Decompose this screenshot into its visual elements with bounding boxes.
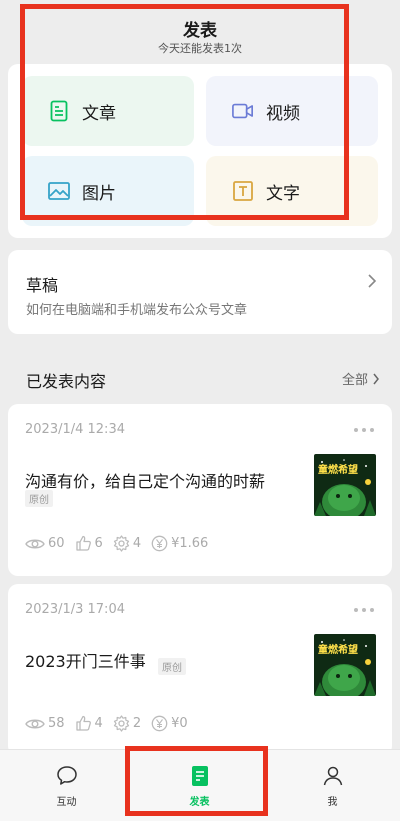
person-icon (321, 764, 345, 788)
draft-subtitle: 如何在电脑端和手机端发布公众号文章 (26, 303, 248, 318)
video-icon (232, 100, 254, 122)
text-icon (232, 180, 254, 202)
gear-icon (113, 535, 129, 552)
chevron-right-icon (366, 272, 378, 290)
yuan-circle-icon (151, 715, 168, 732)
eye-icon (25, 539, 45, 548)
thumbs-up-icon (75, 535, 91, 551)
tab-me-label: 我 (327, 797, 338, 808)
more-options-icon[interactable] (354, 608, 374, 612)
post-time: 2023/1/4 12:34 (25, 422, 125, 437)
publish-image-label: 图片 (82, 183, 116, 204)
publish-video-button[interactable]: 视频 (206, 76, 378, 146)
post-time: 2023/1/3 17:04 (25, 602, 125, 617)
post-title: 沟通有价，给自己定个沟通的时薪 (25, 472, 266, 491)
tab-publish-label: 发表 (189, 797, 210, 808)
publish-article-button[interactable]: 文章 (22, 76, 194, 146)
svg-text:童燃希望: 童燃希望 (318, 463, 358, 476)
post-stats: 60 6 4 ¥1.66 (25, 535, 218, 552)
publish-article-label: 文章 (82, 103, 116, 124)
original-badge: 原创 (25, 490, 53, 507)
likes-stat: 6 (75, 535, 103, 552)
eye-icon (25, 719, 45, 728)
views-stat: 60 (25, 536, 65, 551)
published-section-title: 已发表内容 (26, 372, 107, 391)
bottom-tab-bar: 互动 发表 我 (0, 749, 400, 821)
publish-image-button[interactable]: 图片 (22, 156, 194, 226)
earnings-stat: ¥1.66 (151, 535, 208, 552)
page-title: 发表 (183, 21, 217, 41)
published-post-card[interactable]: 2023/1/3 17:04 2023开门三件事 原创 童燃希望 58 4 2 … (8, 584, 392, 756)
published-post-card[interactable]: 2023/1/4 12:34 沟通有价，给自己定个沟通的时薪 原创 童燃希望 6… (8, 404, 392, 576)
publish-page: 发表 今天还能发表1次 文章 视频 图片 文字 草稿 如何在电脑端和手机端发布公… (0, 0, 400, 821)
thumbs-up-icon (75, 715, 91, 731)
view-all-link[interactable]: 全部 (342, 369, 380, 388)
view-all-label: 全部 (341, 373, 368, 388)
image-icon (48, 180, 70, 202)
draft-entry[interactable]: 草稿 如何在电脑端和手机端发布公众号文章 (8, 250, 392, 334)
document-icon (188, 764, 212, 788)
page-header: 发表 今天还能发表1次 (0, 0, 400, 64)
more-options-icon[interactable] (354, 428, 374, 432)
likes-stat: 4 (75, 715, 103, 732)
publish-type-card: 文章 视频 图片 文字 (8, 64, 392, 238)
views-stat: 58 (25, 716, 65, 731)
tab-interact[interactable]: 互动 (0, 750, 133, 821)
publish-quota-text: 今天还能发表1次 (158, 42, 242, 55)
tab-publish[interactable]: 发表 (133, 750, 266, 821)
publish-video-label: 视频 (266, 103, 300, 124)
publish-text-button[interactable]: 文字 (206, 156, 378, 226)
post-thumbnail: 童燃希望 (314, 454, 376, 516)
earnings-stat: ¥0 (151, 715, 188, 732)
tab-me[interactable]: 我 (266, 750, 399, 821)
article-icon (48, 100, 70, 122)
gear-icon (113, 715, 129, 732)
publish-text-label: 文字 (266, 183, 300, 204)
draft-title: 草稿 (26, 276, 59, 295)
post-thumbnail: 童燃希望 (314, 634, 376, 696)
svg-text:童燃希望: 童燃希望 (318, 643, 358, 656)
chat-bubble-icon (55, 764, 79, 788)
tab-interact-label: 互动 (56, 797, 77, 808)
yuan-circle-icon (151, 535, 168, 552)
shares-stat: 4 (113, 535, 141, 552)
original-badge: 原创 (158, 658, 186, 675)
shares-stat: 2 (113, 715, 141, 732)
chevron-right-icon (373, 373, 379, 384)
post-stats: 58 4 2 ¥0 (25, 715, 198, 732)
